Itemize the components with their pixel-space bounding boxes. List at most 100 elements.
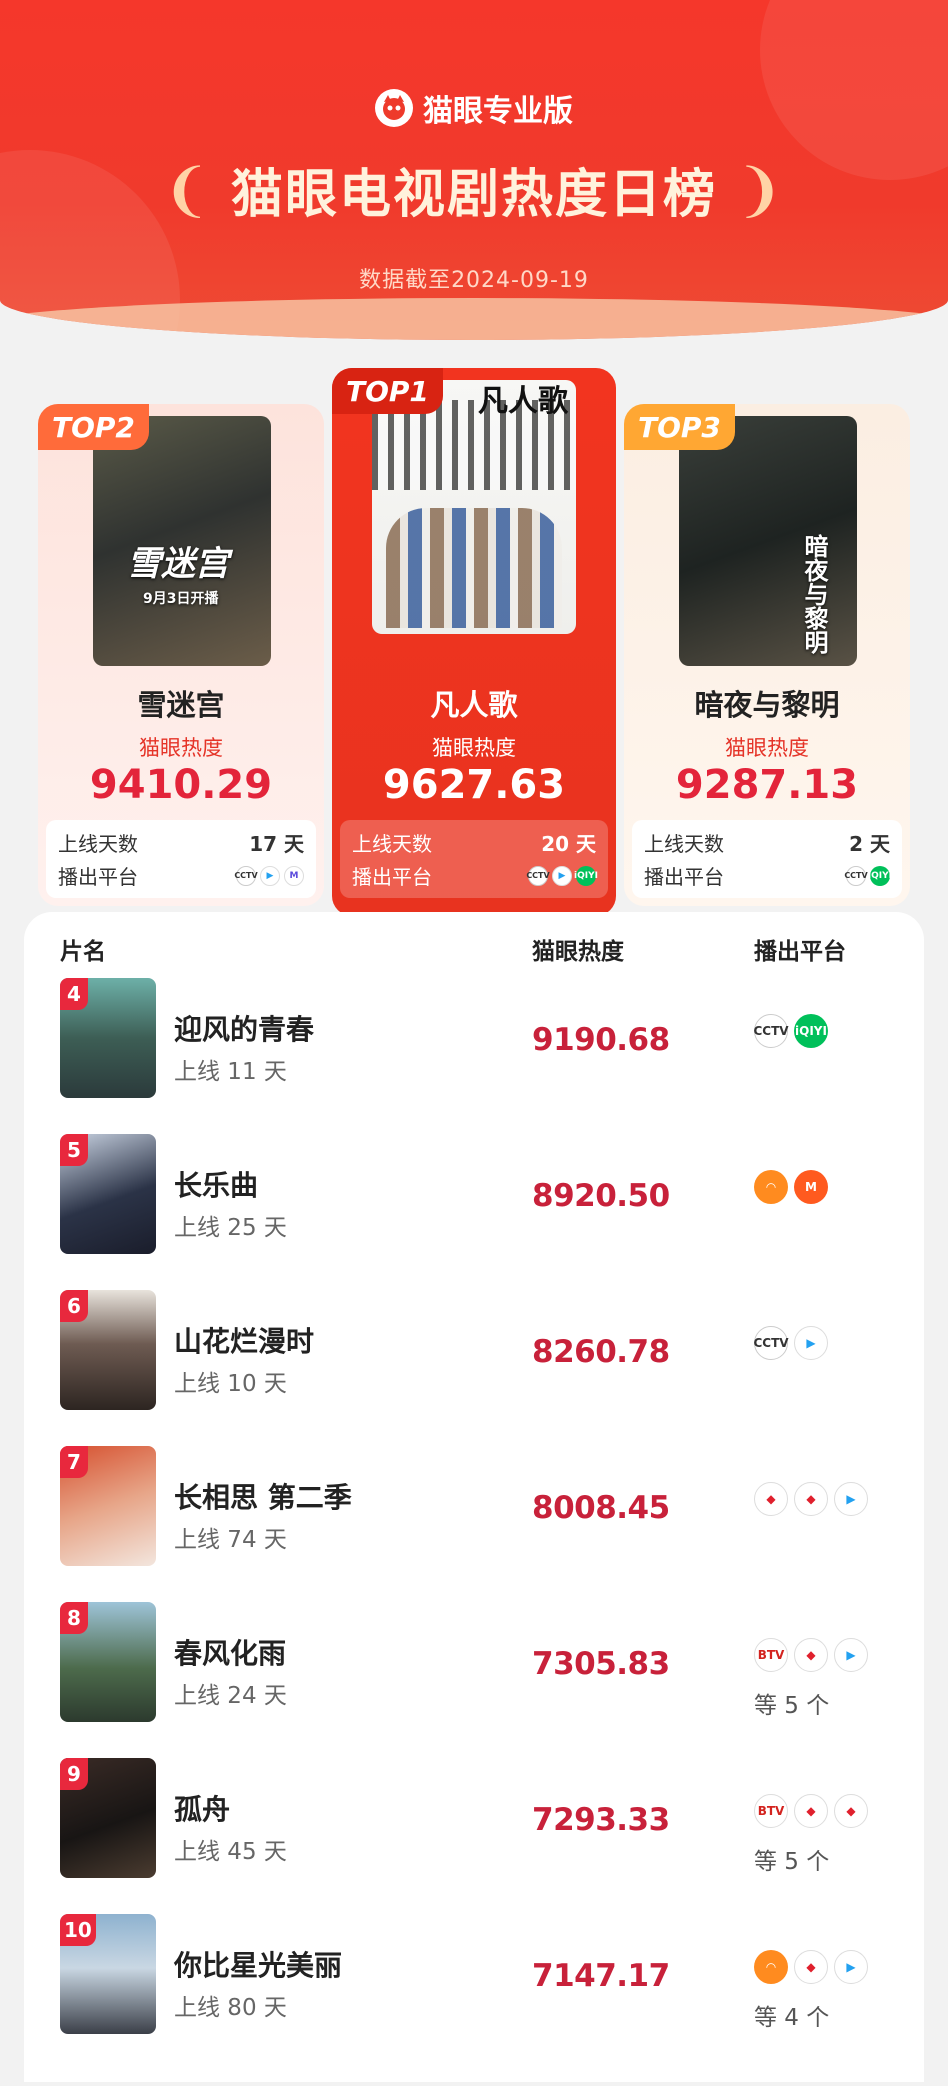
- platform-label: 播出平台: [58, 865, 138, 889]
- laurel-right-icon: ❩: [735, 155, 786, 224]
- info-box: 上线天数 17 天 播出平台 CCTV ▶ M: [46, 820, 316, 898]
- days-online: 上线 25 天: [174, 1215, 287, 1241]
- tencent-video-icon: ▶: [834, 1482, 868, 1516]
- cctv-icon: CCTV: [526, 865, 550, 886]
- more-platforms: 等 4 个: [754, 2005, 830, 2031]
- data-date: 数据截至2024-09-19: [359, 268, 589, 293]
- poster-image: 雪迷宫 9月3日开播: [93, 416, 271, 666]
- rank-badge: 10: [60, 1914, 96, 1946]
- show-title: 长相思 第二季: [174, 1481, 352, 1514]
- maoyan-cat-icon: [375, 89, 413, 127]
- decor-band: [0, 298, 948, 340]
- heat-score: 9410.29: [89, 762, 273, 808]
- days-online: 上线 45 天: [174, 1839, 287, 1865]
- tencent-video-icon: ▶: [834, 1638, 868, 1672]
- heat-score: 8920.50: [532, 1178, 670, 1214]
- more-platforms: 等 5 个: [754, 1849, 830, 1875]
- rank-tag: TOP1: [332, 368, 443, 414]
- poster-thumb: 8: [60, 1602, 156, 1722]
- channel-icon: ◆: [794, 1794, 828, 1828]
- iqiyi-icon: iQIYI: [868, 865, 892, 886]
- heat-score: 8008.45: [532, 1490, 670, 1526]
- metric-label: 猫眼热度: [725, 736, 809, 760]
- cctv-icon: CCTV: [844, 865, 868, 886]
- heat-score: 9190.68: [532, 1022, 670, 1058]
- show-title: 迎风的青春: [174, 1013, 315, 1046]
- heat-score: 7147.17: [532, 1958, 670, 1994]
- days-value: 17 天: [249, 832, 304, 856]
- list-item[interactable]: 8 春风化雨 上线 24 天 7305.83 BTV ◆ ▶ 等 5 个: [24, 1602, 924, 1758]
- days-online: 上线 24 天: [174, 1683, 287, 1709]
- tencent-video-icon: ▶: [552, 865, 572, 886]
- info-box: 上线天数 2 天 播出平台 CCTV iQIYI: [632, 820, 902, 898]
- rank-badge: 7: [60, 1446, 88, 1478]
- mango-tv-icon: ◠: [754, 1950, 788, 1984]
- show-title: 春风化雨: [174, 1637, 287, 1670]
- list-item[interactable]: 9 孤舟 上线 45 天 7293.33 BTV ◆ ◆ 等 5 个: [24, 1758, 924, 1914]
- rank-badge: 6: [60, 1290, 88, 1322]
- channel-icon: ◆: [794, 1482, 828, 1516]
- cctv-icon: CCTV: [753, 1326, 789, 1360]
- days-online: 上线 10 天: [174, 1371, 287, 1397]
- top1-card[interactable]: TOP1 凡人歌 凡人歌 猫眼热度 9627.63 上线天数 20 天 播出平台 …: [332, 368, 616, 916]
- rank-badge: 4: [60, 978, 88, 1010]
- cctv-icon: CCTV: [753, 1014, 789, 1048]
- platform-icons: ◆ ◆ ▶: [754, 1482, 868, 1516]
- channel-icon: ◆: [794, 1638, 828, 1672]
- rank-tag: TOP2: [38, 404, 149, 450]
- platform-icons: CCTV iQIYI: [753, 1014, 828, 1048]
- btv-icon: BTV: [754, 1638, 788, 1672]
- top2-card[interactable]: TOP2 雪迷宫 9月3日开播 雪迷宫 猫眼热度 9410.29 上线天数 17 …: [38, 404, 324, 906]
- channel-icon: ◆: [794, 1950, 828, 1984]
- iqiyi-icon: iQIYI: [574, 865, 598, 886]
- days-label: 上线天数: [352, 832, 432, 856]
- platform-label: 播出平台: [352, 865, 432, 889]
- list-item[interactable]: 5 长乐曲 上线 25 天 8920.50 ◠ M: [24, 1134, 924, 1290]
- heat-score: 8260.78: [532, 1334, 670, 1370]
- info-box: 上线天数 20 天 播出平台 CCTV ▶ iQIYI: [340, 820, 608, 898]
- platform-icons: CCTV ▶: [753, 1326, 828, 1360]
- list-item[interactable]: 6 山花烂漫时 上线 10 天 8260.78 CCTV ▶: [24, 1290, 924, 1446]
- rank-badge: 5: [60, 1134, 88, 1166]
- list-item[interactable]: 7 长相思 第二季 上线 74 天 8008.45 ◆ ◆ ▶: [24, 1446, 924, 1602]
- days-label: 上线天数: [644, 832, 724, 856]
- show-title: 你比星光美丽: [174, 1949, 343, 1982]
- poster-image: 凡人歌: [372, 380, 576, 634]
- tencent-video-icon: ▶: [834, 1950, 868, 1984]
- list-item[interactable]: 4 迎风的青春 上线 11 天 9190.68 CCTV iQIYI: [24, 978, 924, 1134]
- days-label: 上线天数: [58, 832, 138, 856]
- poster-thumb: 5: [60, 1134, 156, 1254]
- poster-thumb: 4: [60, 978, 156, 1098]
- metric-label: 猫眼热度: [432, 736, 516, 760]
- days-online: 上线 80 天: [174, 1995, 287, 2021]
- top3-card[interactable]: TOP3 暗夜与黎明 暗夜与黎明 猫眼热度 9287.13 上线天数 2 天 播出…: [624, 404, 910, 906]
- heat-score: 9287.13: [675, 762, 859, 808]
- poster-subtitle: 9月3日开播: [143, 591, 219, 607]
- days-online: 上线 11 天: [174, 1059, 287, 1085]
- list-item[interactable]: 10 你比星光美丽 上线 80 天 7147.17 ◠ ◆ ▶ 等 4 个: [24, 1914, 924, 2070]
- mgtv-icon: M: [794, 1170, 828, 1204]
- mango-tv-icon: ◠: [754, 1170, 788, 1204]
- poster-title: 雪迷宫: [127, 544, 229, 584]
- channel-icon: ◆: [834, 1794, 868, 1828]
- days-value: 20 天: [541, 832, 596, 856]
- mytv-icon: M: [284, 865, 304, 886]
- show-title: 长乐曲: [174, 1169, 259, 1202]
- col-score: 猫眼热度: [532, 939, 624, 965]
- ranking-list: 片名 猫眼热度 播出平台 4 迎风的青春 上线 11 天 9190.68 CCT…: [24, 912, 924, 2082]
- rank-badge: 9: [60, 1758, 88, 1790]
- poster-thumb: 10: [60, 1914, 156, 2034]
- laurel-left-icon: ❨: [162, 155, 213, 224]
- list-header: 片名 猫眼热度 播出平台: [24, 932, 924, 972]
- poster-title: 凡人歌: [478, 384, 568, 419]
- show-title: 雪迷宫: [137, 688, 225, 722]
- platform-label: 播出平台: [644, 865, 724, 889]
- btv-icon: BTV: [754, 1794, 788, 1828]
- poster-image: 暗夜与黎明: [679, 416, 857, 666]
- days-value: 2 天: [849, 832, 890, 856]
- cctv-icon: CCTV: [234, 865, 258, 886]
- rank-badge: 8: [60, 1602, 88, 1634]
- platform-icons: BTV ◆ ▶: [754, 1638, 868, 1672]
- days-online: 上线 74 天: [174, 1527, 287, 1553]
- show-title: 山花烂漫时: [174, 1325, 315, 1358]
